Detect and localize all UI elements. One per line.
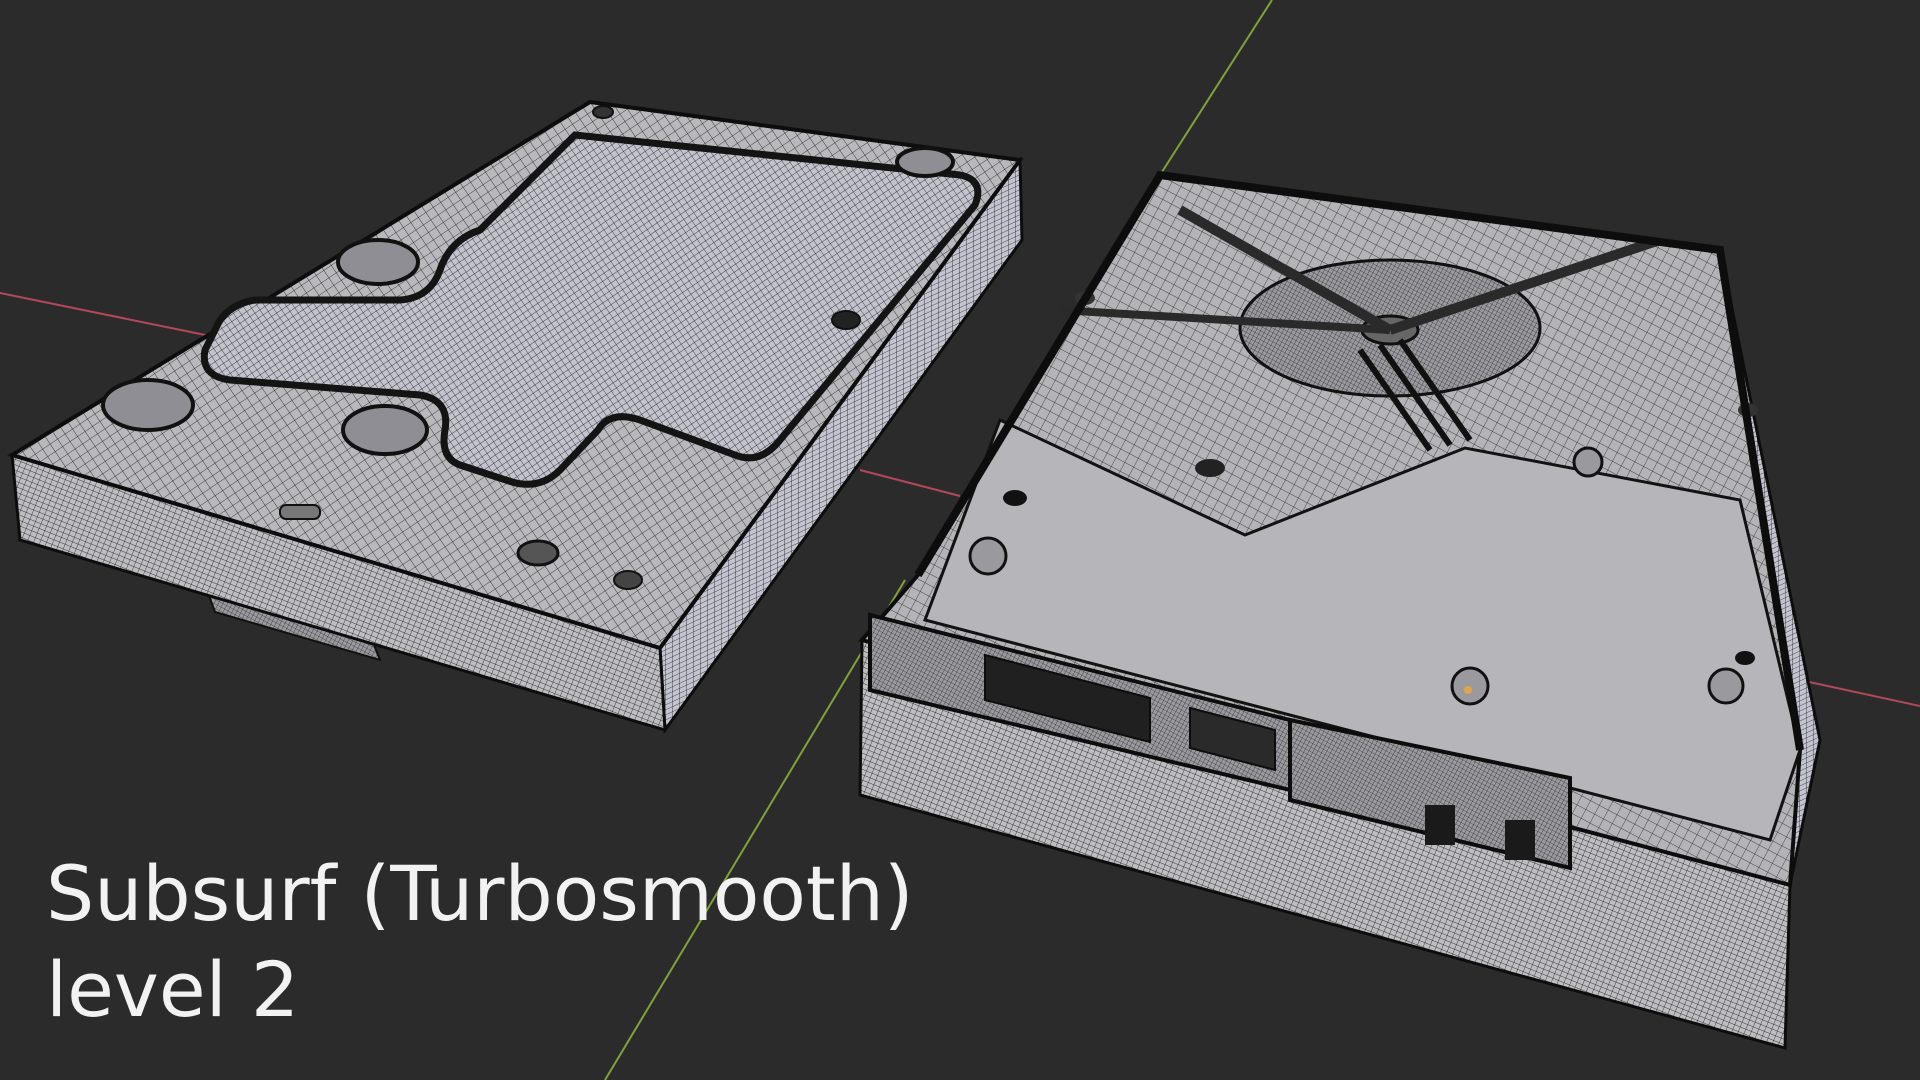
screw-hole	[613, 570, 643, 590]
screw-boss	[101, 378, 195, 432]
jumper-pin	[1425, 805, 1455, 845]
screw-hole	[1195, 459, 1225, 477]
screw-hole	[831, 310, 861, 330]
jumper-pin	[1505, 820, 1535, 860]
screw-boss	[336, 238, 420, 286]
breather-slot	[279, 504, 321, 520]
x-axis-line-left	[0, 292, 221, 339]
screw-boss	[341, 404, 429, 456]
pcb-screw	[1572, 446, 1604, 478]
caption-line-2: level 2	[46, 945, 300, 1034]
screw-hole	[1735, 651, 1755, 665]
pcb-screw-highlight	[1464, 686, 1472, 694]
x-axis-line-right	[1799, 679, 1920, 707]
x-axis-line-mid	[859, 469, 961, 497]
screw-hole	[516, 539, 560, 567]
pcb-screw	[1707, 667, 1745, 705]
3d-viewport[interactable]: Subsurf (Turbosmooth) level 2	[0, 0, 1920, 1080]
pcb-screw	[1450, 666, 1490, 706]
caption-line-1: Subsurf (Turbosmooth)	[46, 849, 914, 938]
viewport-caption: Subsurf (Turbosmooth) level 2	[46, 846, 914, 1038]
hard-drive-bottom-view[interactable]	[858, 170, 1822, 1050]
pcb-screw	[968, 536, 1008, 576]
y-axis-line-top	[1159, 0, 1273, 176]
screw-hole	[592, 105, 614, 119]
screw-boss	[895, 146, 955, 178]
screw-hole	[1003, 490, 1027, 506]
